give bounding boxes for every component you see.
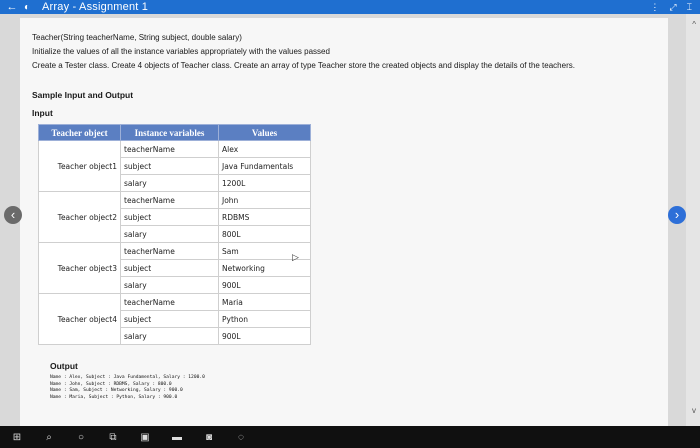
variable-cell: teacherName — [120, 140, 219, 158]
output-line: Name : Maria, Subject : Python, Salary :… — [50, 394, 178, 400]
value-cell: 800L — [218, 225, 311, 243]
variable-cell: salary — [120, 174, 219, 192]
document-viewer: Teacher(String teacherName, String subje… — [0, 14, 700, 426]
input-label: Input — [32, 108, 53, 118]
menu-icon[interactable]: ⌶ — [687, 2, 692, 13]
value-cell: Maria — [218, 293, 311, 311]
app-logo-icon: ◐ — [24, 2, 31, 13]
value-cell: Java Fundamentals — [218, 157, 311, 175]
input-table: Teacher object Instance variables Values… — [38, 124, 311, 345]
variable-cell: salary — [120, 276, 219, 294]
task-constructor: Teacher(String teacherName, String subje… — [32, 33, 242, 42]
value-cell: John — [218, 191, 311, 209]
document-page: Teacher(String teacherName, String subje… — [20, 18, 668, 426]
windows-icon[interactable]: ⊞ — [10, 432, 24, 443]
photos-icon[interactable]: ◙ — [202, 432, 216, 443]
back-arrow-icon[interactable]: ← — [0, 1, 24, 13]
table-row: Teacher object2 teacherName John — [38, 191, 311, 243]
task-initialize: Initialize the values of all the instanc… — [32, 47, 330, 56]
value-cell: 900L — [218, 276, 311, 294]
value-cell: Alex — [218, 140, 311, 158]
value-cell: RDBMS — [218, 208, 311, 226]
table-row: Teacher object3 teacherName Sam — [38, 242, 311, 294]
output-label: Output — [50, 361, 78, 371]
value-cell: 1200L — [218, 174, 311, 192]
teacher-object-cell: Teacher object2 — [38, 191, 121, 243]
table-row: Teacher object1 teacherName Alex — [38, 140, 311, 192]
variable-cell: subject — [120, 208, 219, 226]
variable-cell: teacherName — [120, 293, 219, 311]
edge-icon[interactable]: ◌ — [234, 432, 248, 443]
header-instance-variables: Instance variables — [120, 124, 219, 141]
cortana-icon[interactable]: ○ — [74, 432, 88, 443]
variable-cell: subject — [120, 157, 219, 175]
mouse-cursor-icon: ▷ — [292, 252, 299, 262]
task-tester: Create a Tester class. Create 4 objects … — [32, 61, 575, 70]
more-options-icon[interactable]: ⋮ — [650, 2, 659, 13]
file-explorer-icon[interactable]: ▬ — [170, 432, 184, 443]
next-page-button[interactable]: › — [668, 206, 686, 224]
table-row: Teacher object4 teacherName Maria — [38, 293, 311, 345]
title-bar-controls: ⋮ ⤢ ⌶ — [650, 0, 692, 14]
variable-cell: teacherName — [120, 191, 219, 209]
teacher-object-cell: Teacher object1 — [38, 140, 121, 192]
previous-page-button[interactable]: ‹ — [4, 206, 22, 224]
task-view-icon[interactable]: ⧉ — [106, 432, 120, 443]
value-cell: Python — [218, 310, 311, 328]
sample-title: Sample Input and Output — [32, 90, 134, 100]
taskbar: ⊞ ⌕ ○ ⧉ ▣ ▬ ◙ ◌ — [0, 426, 700, 448]
title-bar: ← ◐ Array - Assignment 1 ⋮ ⤢ ⌶ — [0, 0, 700, 14]
output-block: Name : Alex, Subject : Java Fundamental,… — [50, 375, 656, 401]
header-values: Values — [218, 124, 311, 141]
variable-cell: salary — [120, 225, 219, 243]
search-icon[interactable]: ⌕ — [42, 432, 56, 443]
variable-cell: teacherName — [120, 242, 219, 260]
scroll-up-icon[interactable]: ^ — [692, 20, 696, 29]
fullscreen-icon[interactable]: ⤢ — [669, 2, 676, 13]
scroll-down-icon[interactable]: v — [692, 406, 696, 415]
variable-cell: subject — [120, 310, 219, 328]
header-teacher-object: Teacher object — [38, 124, 121, 141]
teacher-object-cell: Teacher object4 — [38, 293, 121, 345]
value-cell: 900L — [218, 327, 311, 345]
scrollbar[interactable]: ^ v — [686, 14, 700, 426]
store-icon[interactable]: ▣ — [138, 432, 152, 443]
window-title: Array - Assignment 1 — [42, 1, 149, 13]
variable-cell: salary — [120, 327, 219, 345]
teacher-object-cell: Teacher object3 — [38, 242, 121, 294]
variable-cell: subject — [120, 259, 219, 277]
